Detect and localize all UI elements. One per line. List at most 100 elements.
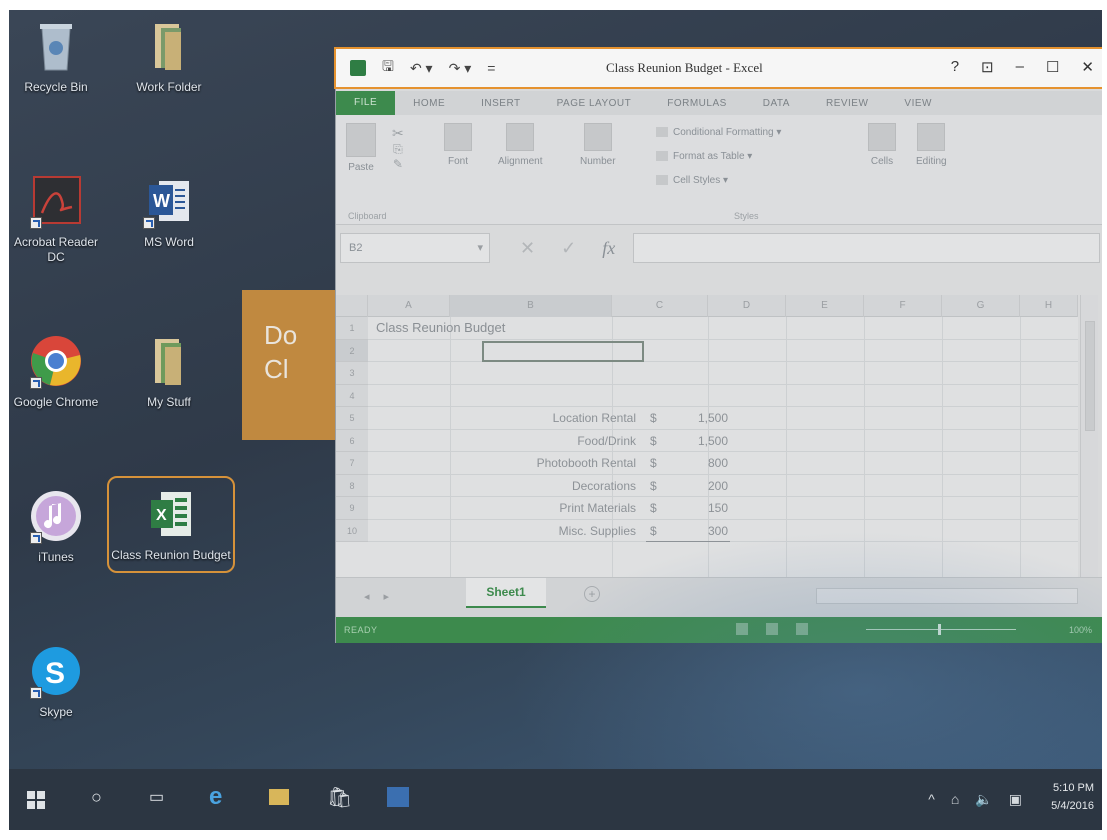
enter-icon[interactable]: ✓ — [561, 238, 576, 259]
chevron-up-icon[interactable]: ^ — [928, 791, 935, 808]
page-break-view-icon[interactable] — [796, 623, 808, 635]
editing-button[interactable]: Editing — [916, 123, 947, 167]
tab-file[interactable]: FILE — [336, 91, 396, 115]
excel-app-icon[interactable] — [350, 60, 366, 76]
cancel-icon[interactable]: ✕ — [520, 238, 535, 259]
column-header[interactable]: A — [368, 295, 450, 317]
horizontal-scrollbar[interactable] — [816, 588, 1078, 604]
column-header[interactable]: H — [1020, 295, 1078, 317]
zoom-level[interactable]: 100% — [1069, 625, 1092, 635]
column-header[interactable]: G — [942, 295, 1020, 317]
row-header[interactable]: 9 — [336, 497, 368, 520]
budget-item-amount[interactable]: 200 — [708, 479, 728, 493]
windows-start-icon[interactable] — [27, 791, 45, 809]
customize-toolbar-icon[interactable]: = — [487, 60, 495, 76]
row-header[interactable]: 5 — [336, 407, 368, 430]
insert-function-button[interactable]: fx — [602, 238, 615, 259]
column-header[interactable]: D — [708, 295, 786, 317]
select-all-corner[interactable] — [336, 295, 368, 317]
close-button[interactable]: ✕ — [1081, 58, 1094, 76]
budget-item-name[interactable]: Print Materials — [559, 501, 636, 515]
budget-item-name[interactable]: Photobooth Rental — [537, 456, 636, 470]
tab-review[interactable]: REVIEW — [808, 98, 886, 109]
task-view-icon[interactable]: ▭ — [149, 787, 164, 807]
column-header[interactable]: C — [612, 295, 708, 317]
format-as-table-button[interactable]: Format as Table ▾ — [656, 151, 752, 162]
row-header[interactable]: 2 — [336, 339, 368, 362]
network-icon[interactable]: ⌂ — [951, 791, 959, 808]
redo-icon[interactable]: ↷ ▾ — [449, 60, 472, 77]
sheet-tab-sheet1[interactable]: Sheet1 — [466, 578, 546, 608]
help-button[interactable]: ? — [951, 58, 959, 76]
vertical-scrollbar[interactable] — [1080, 295, 1098, 577]
maximize-button[interactable]: ☐ — [1046, 58, 1059, 76]
budget-item-name[interactable]: Misc. Supplies — [559, 524, 636, 538]
cut-copy-buttons[interactable]: ✂ ⎘ ✎ — [392, 125, 404, 171]
row-header[interactable]: 8 — [336, 475, 368, 497]
search-circle-icon[interactable]: ○ — [91, 787, 102, 808]
column-header[interactable]: E — [786, 295, 864, 317]
page-layout-view-icon[interactable] — [766, 623, 778, 635]
budget-item-name[interactable]: Decorations — [572, 479, 636, 493]
desktop-icon-acrobat[interactable]: Acrobat Reader DC — [11, 173, 101, 265]
budget-item-amount[interactable]: 150 — [708, 501, 728, 515]
font-button[interactable]: Font — [444, 123, 472, 167]
conditional-formatting-button[interactable]: Conditional Formatting ▾ — [656, 127, 781, 138]
budget-item-name[interactable]: Food/Drink — [577, 434, 636, 448]
tab-formulas[interactable]: FORMULAS — [649, 98, 745, 109]
row-header[interactable]: 10 — [336, 520, 368, 542]
alignment-button[interactable]: Alignment — [498, 123, 542, 167]
scrollbar-thumb[interactable] — [1085, 321, 1095, 431]
undo-icon[interactable]: ↶ ▾ — [410, 60, 433, 77]
name-box[interactable]: B2 — [340, 233, 490, 263]
budget-item-amount[interactable]: 300 — [708, 524, 728, 538]
minimize-button[interactable]: – — [1016, 58, 1024, 76]
tab-view[interactable]: VIEW — [886, 98, 950, 109]
desktop-icon-skype[interactable]: S Skype — [11, 643, 101, 720]
edge-browser-icon[interactable]: e — [209, 783, 222, 811]
budget-item-name[interactable]: Location Rental — [553, 411, 636, 425]
tab-home[interactable]: HOME — [395, 98, 463, 109]
column-header[interactable]: B — [450, 295, 612, 317]
tab-page-layout[interactable]: PAGE LAYOUT — [539, 98, 650, 109]
desktop-icon-recycle-bin[interactable]: Recycle Bin — [11, 18, 101, 95]
row-header[interactable]: 1 — [336, 317, 368, 340]
desktop-icon-ms-word[interactable]: W MS Word — [124, 173, 214, 250]
desktop-icon-work-folder[interactable]: Work Folder — [124, 18, 214, 95]
cell-a1-title[interactable]: Class Reunion Budget — [376, 320, 505, 335]
cells-button[interactable]: Cells — [868, 123, 896, 167]
excel-window[interactable]: 🖫 ↶ ▾ ↷ ▾ = Class Reunion Budget - Excel… — [334, 47, 1102, 643]
tab-data[interactable]: DATA — [745, 98, 808, 109]
row-header[interactable]: 3 — [336, 362, 368, 385]
row-header[interactable]: 4 — [336, 385, 368, 407]
normal-view-icon[interactable] — [736, 623, 748, 635]
excel-title-bar[interactable]: 🖫 ↶ ▾ ↷ ▾ = Class Reunion Budget - Excel… — [334, 47, 1102, 89]
number-button[interactable]: Number — [580, 123, 616, 167]
desktop-icon-google-chrome[interactable]: Google Chrome — [11, 333, 101, 410]
ribbon-display-button[interactable]: ⊡ — [981, 58, 994, 76]
zoom-slider[interactable] — [866, 624, 1016, 635]
desktop-icon-class-reunion-budget[interactable]: X Class Reunion Budget — [107, 476, 235, 573]
budget-item-amount[interactable]: 1,500 — [698, 434, 728, 448]
store-icon[interactable]: 🛍 — [327, 785, 352, 810]
volume-icon[interactable]: 🔈 — [975, 791, 992, 808]
file-explorer-icon[interactable] — [269, 789, 289, 805]
add-sheet-icon[interactable]: + — [584, 586, 600, 602]
word-taskbar-icon[interactable] — [387, 787, 409, 807]
desktop-icon-itunes[interactable]: iTunes — [11, 488, 101, 565]
cell-styles-button[interactable]: Cell Styles ▾ — [656, 175, 728, 186]
formula-input[interactable] — [633, 233, 1100, 263]
clock[interactable]: 5:10 PM 5/4/2016 — [1051, 779, 1094, 815]
worksheet-grid[interactable]: A B C D E F G H 1 2 3 4 5 6 7 8 9 10 Cla… — [336, 295, 1078, 577]
desktop-icon-my-stuff[interactable]: My Stuff — [124, 333, 214, 410]
save-icon[interactable]: 🖫 — [382, 56, 394, 80]
row-header[interactable]: 6 — [336, 430, 368, 452]
budget-item-amount[interactable]: 800 — [708, 456, 728, 470]
notification-icon[interactable]: ▣ — [1009, 791, 1022, 808]
tab-insert[interactable]: INSERT — [463, 98, 539, 109]
row-header[interactable]: 7 — [336, 452, 368, 475]
column-header[interactable]: F — [864, 295, 942, 317]
paste-button[interactable]: Paste — [346, 123, 376, 173]
selected-cell-b2[interactable] — [482, 340, 644, 362]
sheet-nav-arrows-icon[interactable]: ◂▸ — [364, 590, 403, 603]
